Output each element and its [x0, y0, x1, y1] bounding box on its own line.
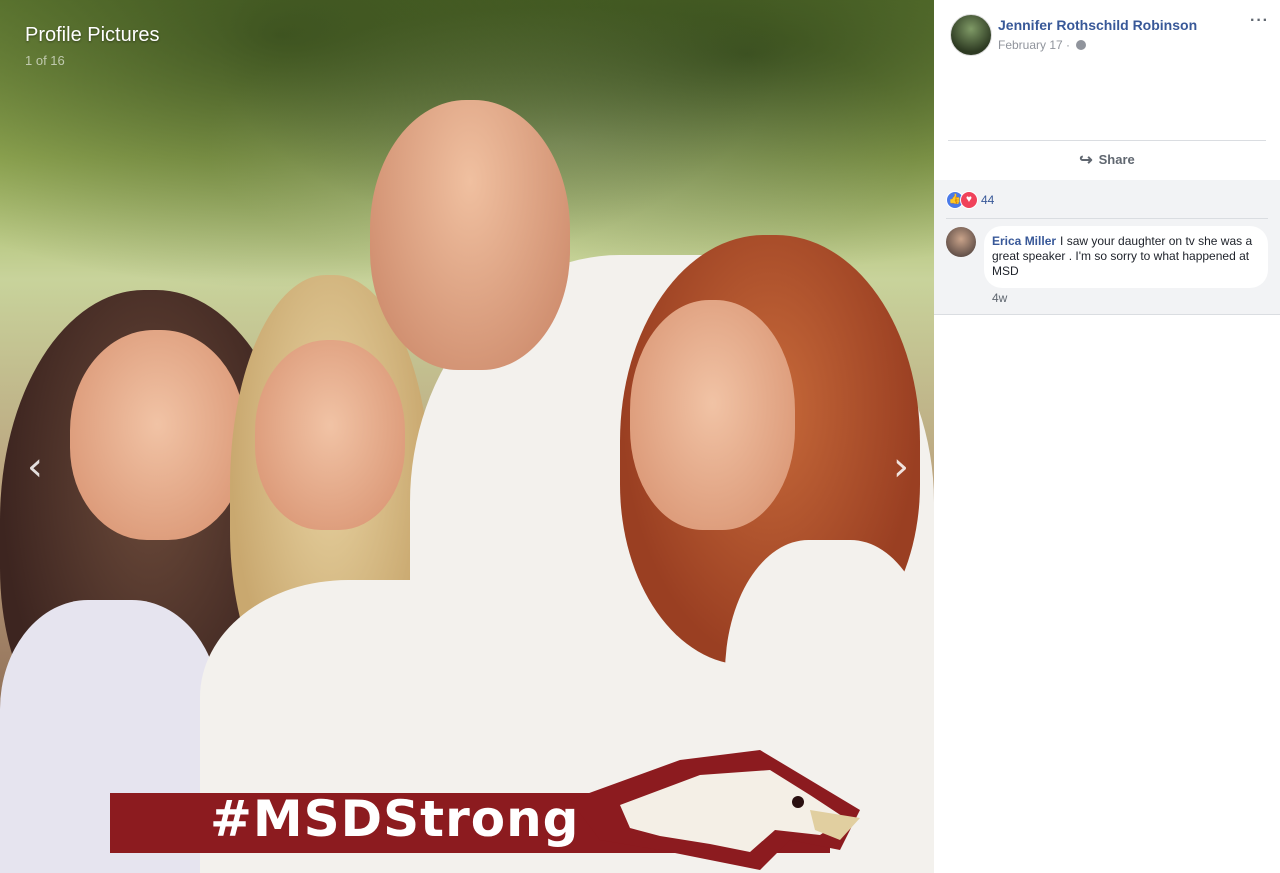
album-photo-count: 1 of 16	[25, 53, 65, 68]
album-title[interactable]: Profile Pictures	[25, 24, 160, 47]
banner-hashtag-text: #MSDStrong	[210, 790, 580, 848]
photo-person-middle-face	[255, 340, 405, 530]
post-sidebar: Jennifer Rothschild Robinson February 17…	[934, 0, 1280, 873]
comments-section: 👍 ♥ 44 Erica Miller I saw your daughter o…	[934, 180, 1280, 315]
love-reaction-icon: ♥	[960, 191, 978, 209]
avatar[interactable]	[950, 14, 992, 56]
commenter-name-link[interactable]: Erica Miller	[992, 234, 1056, 248]
share-icon: ↪	[1079, 152, 1093, 169]
post-date[interactable]: February 17 ·	[998, 38, 1087, 52]
post-date-text[interactable]: February 17 ·	[998, 38, 1073, 52]
eagle-logo-icon	[570, 750, 860, 870]
photo-person-right-face	[630, 300, 795, 530]
photo-person-left-face	[70, 330, 245, 540]
more-options-icon[interactable]: ···	[1250, 12, 1269, 30]
comment-bubble: Erica Miller I saw your daughter on tv sh…	[984, 226, 1268, 288]
author-name-link[interactable]: Jennifer Rothschild Robinson	[998, 17, 1197, 33]
divider	[946, 218, 1268, 219]
chevron-right-icon[interactable]: ›	[886, 447, 916, 487]
reaction-count[interactable]: 44	[981, 193, 994, 207]
chevron-left-icon[interactable]: ‹	[20, 447, 50, 487]
share-label: Share	[1098, 152, 1135, 167]
avatar[interactable]	[946, 227, 976, 257]
share-button[interactable]: ↪ Share	[934, 141, 1280, 179]
globe-icon	[1076, 40, 1087, 50]
photo-viewer: #MSDStrong Profile Pictures 1 of 16 ‹ ›	[0, 0, 934, 873]
photo-person-man-face	[370, 100, 570, 370]
comment-timestamp[interactable]: 4w	[992, 291, 1007, 305]
